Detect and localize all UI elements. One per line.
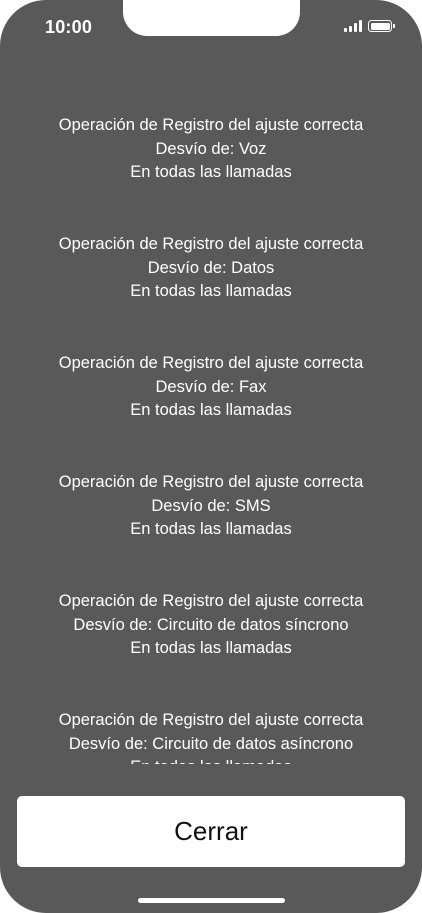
message-condition: En todas las llamadas (130, 401, 292, 419)
message-status: Operación de Registro del ajuste correct… (58, 592, 364, 610)
home-indicator[interactable] (138, 898, 285, 903)
message-service: Desvío de: SMS (151, 496, 271, 515)
message-status: Operación de Registro del ajuste correct… (58, 473, 364, 491)
message-status: Operación de Registro del ajuste correct… (58, 711, 364, 729)
status-indicators (344, 20, 395, 32)
message-status: Operación de Registro del ajuste correct… (58, 116, 364, 134)
message-service: Desvío de: Circuito de datos síncrono (73, 615, 349, 634)
message-status: Operación de Registro del ajuste correct… (58, 235, 364, 253)
message-condition: En todas las llamadas (0, 756, 422, 764)
message-condition: En todas las llamadas (130, 520, 292, 538)
close-button[interactable]: Cerrar (17, 796, 405, 867)
message-condition: En todas las llamadas (130, 282, 292, 300)
message-service: Desvío de: Fax (155, 377, 267, 396)
result-message: Operación de Registro del ajuste correct… (0, 471, 422, 590)
message-condition: En todas las llamadas (130, 163, 292, 181)
battery-icon (368, 20, 395, 32)
message-service: Desvío de: Datos (147, 258, 275, 277)
status-time: 10:00 (45, 17, 93, 37)
message-condition: En todas las llamadas (130, 639, 292, 657)
result-message: Operación de Registro del ajuste correct… (0, 114, 422, 233)
signal-bars-icon (344, 20, 362, 32)
message-service: Desvío de: Circuito de datos asíncrono (68, 734, 354, 753)
result-message: Operación de Registro del ajuste correct… (0, 352, 422, 471)
notch (123, 0, 300, 36)
result-message: Operación de Registro del ajuste correct… (0, 590, 422, 709)
phone-screen: 10:00 Operación de Registro del ajuste c… (0, 0, 422, 913)
result-message-list[interactable]: Operación de Registro del ajuste correct… (0, 114, 422, 764)
result-message: Operación de Registro del ajuste correct… (0, 233, 422, 352)
result-message: Operación de Registro del ajuste correct… (0, 709, 422, 764)
message-service: Desvío de: Voz (155, 139, 267, 158)
message-status: Operación de Registro del ajuste correct… (58, 354, 364, 372)
